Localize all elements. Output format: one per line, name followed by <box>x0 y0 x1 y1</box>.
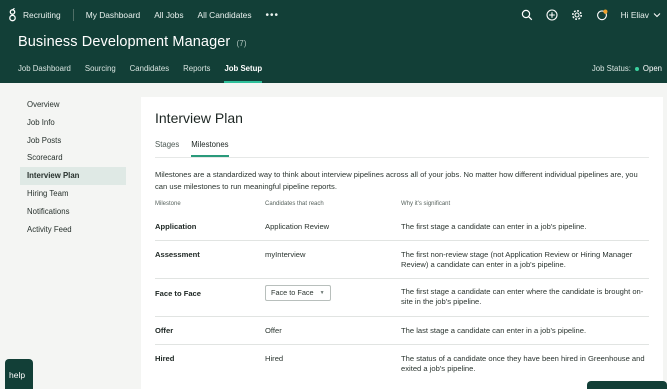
stage-select-dropdown[interactable]: Face to Face ▼ <box>265 285 331 301</box>
job-status-label: Job Status: <box>591 64 631 73</box>
milestone-stage: Hired <box>265 354 284 363</box>
sidebar-item-interview-plan[interactable]: Interview Plan <box>20 167 126 185</box>
job-status: Job Status: Open <box>592 64 662 73</box>
status-dot-icon <box>634 66 639 71</box>
chevron-down-icon <box>653 13 661 18</box>
milestone-significance: The status of a candidate once they have… <box>401 354 645 373</box>
top-navigation-bar: Recruiting My Dashboard All Jobs All Can… <box>0 0 667 30</box>
milestone-name: Assessment <box>155 250 200 259</box>
milestone-stage: Application Review <box>265 222 330 231</box>
user-greeting: Hi Eliav <box>620 10 649 20</box>
greenhouse-logo-icon[interactable] <box>8 8 17 22</box>
milestones-description: Milestones are a standardized way to thi… <box>155 170 638 191</box>
sidebar-item-notifications[interactable]: Notifications <box>20 203 126 221</box>
milestone-significance: The first non-review stage (not Applicat… <box>401 250 633 269</box>
table-row: Offer Offer The last stage a candidate c… <box>155 317 649 345</box>
milestone-significance: The first stage a candidate can enter wh… <box>401 287 644 306</box>
column-header-milestone: Milestone <box>155 201 181 207</box>
page-title: Interview Plan <box>155 110 243 126</box>
user-menu[interactable]: Hi Eliav <box>621 10 661 20</box>
table-row: Assessment myInterview The first non-rev… <box>155 241 649 279</box>
dropdown-caret-icon: ▼ <box>319 290 325 296</box>
milestone-stage: myInterview <box>265 250 306 259</box>
interview-plan-tabs: Stages Milestones <box>155 140 229 157</box>
tabs-divider <box>155 157 649 158</box>
milestone-significance: The last stage a candidate can enter in … <box>401 326 587 335</box>
nav-my-dashboard-link[interactable]: My Dashboard <box>86 10 140 20</box>
app-name[interactable]: Recruiting <box>23 10 61 20</box>
stage-select-value: Face to Face <box>271 288 314 297</box>
help-button[interactable]: help <box>5 359 33 389</box>
search-icon[interactable] <box>521 9 533 21</box>
job-status-value[interactable]: Open <box>643 64 662 73</box>
job-subnav: Job Dashboard Sourcing Candidates Report… <box>18 64 262 83</box>
sidebar-item-job-posts[interactable]: Job Posts <box>20 132 126 150</box>
milestone-name: Offer <box>155 326 174 335</box>
sidebar-item-scorecard[interactable]: Scorecard <box>20 149 126 167</box>
job-title-text: Business Development Manager <box>18 34 231 50</box>
job-setup-sidenav: Overview Job Info Job Posts Scorecard In… <box>20 96 126 238</box>
sidebar-item-hiring-team[interactable]: Hiring Team <box>20 185 126 203</box>
job-header: Business Development Manager (7) Job Das… <box>0 30 667 83</box>
floating-action-button[interactable] <box>587 381 667 389</box>
table-row: Face to Face Face to Face ▼ The first st… <box>155 279 649 317</box>
milestone-name: Face to Face <box>155 289 202 298</box>
tab-job-dashboard[interactable]: Job Dashboard <box>18 64 71 83</box>
notifications-icon[interactable] <box>596 9 608 21</box>
interview-plan-card: Interview Plan Stages Milestones Milesto… <box>141 97 663 389</box>
sidebar-item-activity-feed[interactable]: Activity Feed <box>20 221 126 239</box>
job-openings-count: (7) <box>236 39 247 48</box>
nav-all-candidates-link[interactable]: All Candidates <box>198 10 252 20</box>
add-icon[interactable] <box>546 9 558 21</box>
more-menu-icon[interactable]: ••• <box>266 10 280 21</box>
nav-all-jobs-link[interactable]: All Jobs <box>154 10 183 20</box>
milestone-stage-cell: Face to Face ▼ <box>265 285 331 301</box>
table-row: Hired Hired The status of a candidate on… <box>155 345 649 383</box>
tab-stages[interactable]: Stages <box>155 140 179 157</box>
milestone-stage: Offer <box>265 326 282 335</box>
milestone-name: Hired <box>155 354 175 363</box>
milestone-significance: The first stage a candidate can enter in… <box>401 222 587 231</box>
column-header-candidates-that-reach: Candidates that reach <box>265 201 324 207</box>
tab-sourcing[interactable]: Sourcing <box>85 64 116 83</box>
tab-reports[interactable]: Reports <box>183 64 210 83</box>
topbar-divider <box>72 9 74 21</box>
tab-milestones[interactable]: Milestones <box>191 140 229 157</box>
column-header-why-significant: Why it's significant <box>401 201 451 207</box>
tab-candidates[interactable]: Candidates <box>130 64 169 83</box>
tab-job-setup[interactable]: Job Setup <box>224 64 262 83</box>
sidebar-item-job-info[interactable]: Job Info <box>20 114 126 132</box>
table-row: Application Application Review The first… <box>155 212 649 241</box>
sidebar-item-overview[interactable]: Overview <box>20 96 126 114</box>
milestone-name: Application <box>155 222 197 231</box>
settings-gear-icon[interactable] <box>571 9 583 21</box>
job-title: Business Development Manager (7) <box>18 34 247 50</box>
